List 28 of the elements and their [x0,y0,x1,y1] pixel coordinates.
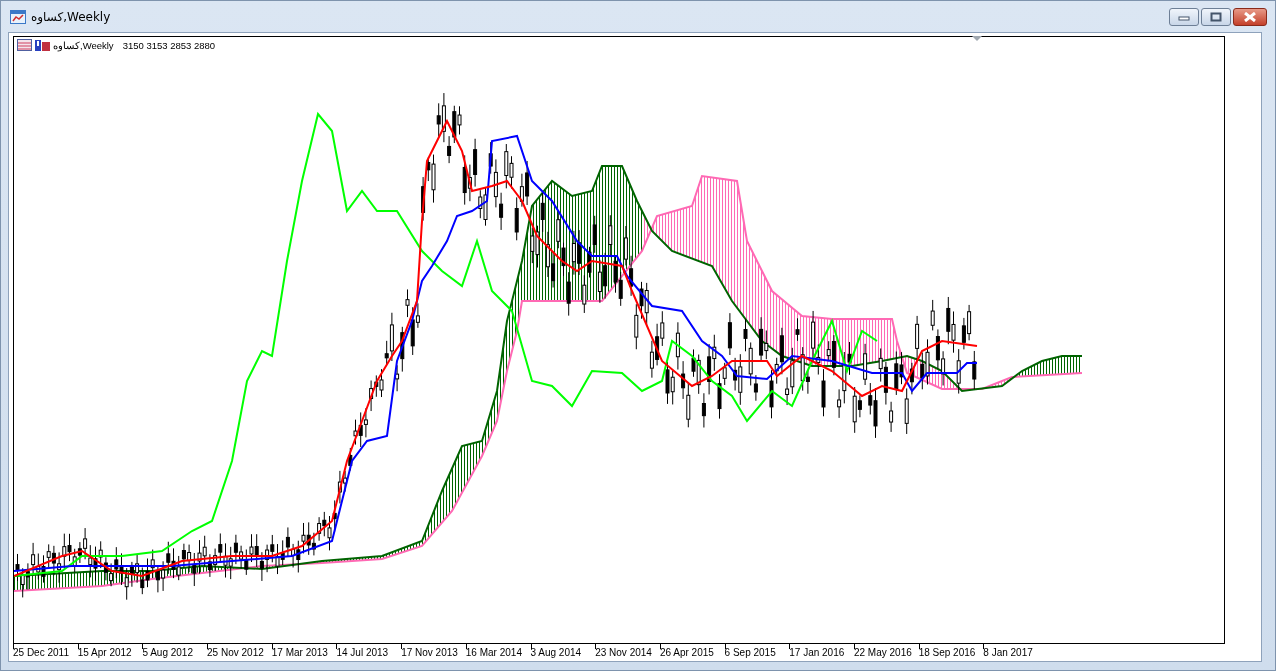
close-icon [1243,11,1257,22]
date-label: 15 Apr 2012 [77,647,132,658]
chart-shift-marker-icon[interactable] [972,36,982,41]
date-label: 22 May 2016 [853,647,912,658]
minimize-button[interactable] [1169,7,1199,26]
date-label: 5 Aug 2012 [142,647,193,658]
date-label: 8 Jan 2017 [983,647,1033,658]
date-label: 17 Nov 2013 [401,647,458,658]
date-label: 25 Dec 2011 [13,647,69,658]
date-label: 25 Nov 2012 [207,647,264,658]
date-label: 14 Jul 2013 [336,647,389,658]
price-values: 3150 3153 2853 2880 [122,39,216,51]
table-icon [17,39,32,51]
close-button[interactable] [1233,7,1267,26]
date-label: 26 Apr 2015 [659,647,714,658]
date-label: 6 Sep 2015 [724,647,776,658]
maximize-icon [1210,11,1222,22]
chart-window-icon [10,8,26,25]
date-label: 17 Jan 2016 [789,647,845,658]
date-label: 17 Mar 2013 [271,647,328,658]
date-label: 16 Mar 2014 [465,647,522,658]
date-label: 3 Aug 2014 [530,647,582,658]
date-label: 18 Sep 2016 [918,647,976,658]
date-label: 23 Nov 2014 [595,647,652,658]
symbol-label: کساوه,Weekly [53,39,114,51]
window-title: کساوه,Weekly [31,9,111,24]
bar-chart-icon [35,39,50,51]
maximize-button[interactable] [1201,7,1231,26]
